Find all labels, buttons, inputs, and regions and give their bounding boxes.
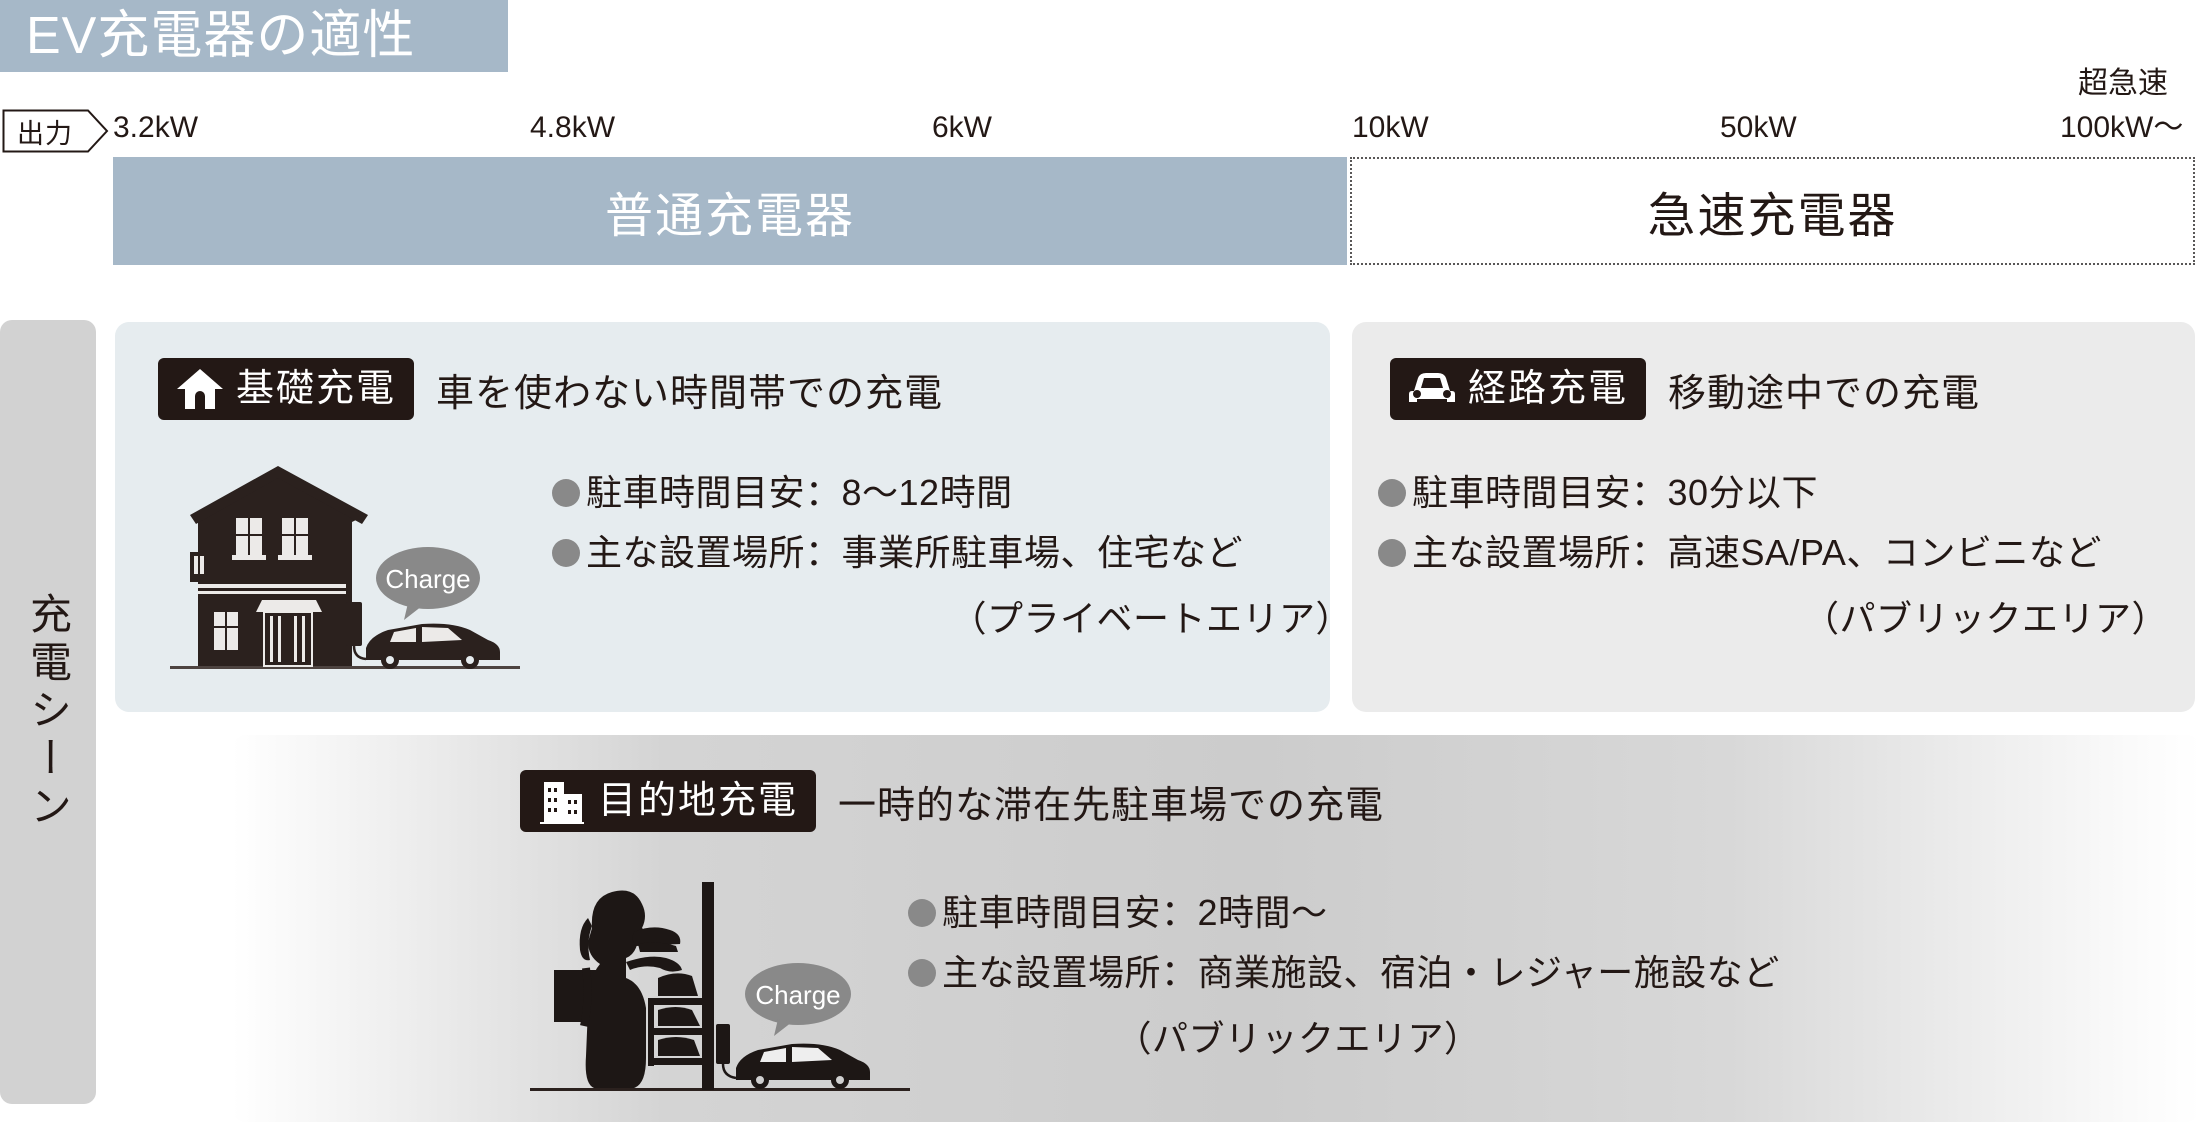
badge-basic-charging-label: 基礎充電 <box>236 368 397 410</box>
card-destination-headline: 目的地充電 一時的な滞在先駐車場での充電 <box>520 770 1384 832</box>
card-destination-subnote-wrap: （パブリックエリア） <box>908 1010 1688 1062</box>
axis-tick-3_2kw: 3.2kW <box>113 111 199 144</box>
charge-bubble-label-destination: Charge <box>755 980 840 1010</box>
bullet-dot-icon <box>1378 539 1406 568</box>
card-basic-bullets: 駐車時間目安：8〜12時間 主な設置場所：事業所駐車場、住宅など （プライベート… <box>552 470 1352 642</box>
card-route-bullets: 駐車時間目安：30分以下 主な設置場所：高速SA/PA、コンビニなど （パブリッ… <box>1378 470 2168 642</box>
bullet-text: 駐車時間目安：8〜12時間 <box>586 472 1013 513</box>
bullet-dot-icon <box>1378 479 1406 507</box>
charge-bubble-label-basic: Charge <box>385 564 470 594</box>
output-axis-tag: 出力 <box>2 109 110 153</box>
bullet-item: 主な設置場所：高速SA/PA、コンビニなど <box>1378 530 2168 576</box>
charging-scene-axis-text: 充電シーン <box>24 592 72 832</box>
infographic-root: EV充電器の適性 出力 3.2kW 4.8kW 6kW 10kW 50kW 10… <box>0 0 2201 1122</box>
bullet-item: 主な設置場所：商業施設、宿泊・レジャー施設など <box>908 950 1780 996</box>
bullet-item: 主な設置場所：事業所駐車場、住宅など <box>552 530 1352 576</box>
output-axis-tag-label: 出力 <box>17 118 73 149</box>
card-route-headline: 経路充電 移動途中での充電 <box>1390 358 1980 420</box>
output-axis: 出力 3.2kW 4.8kW 6kW 10kW 50kW 100kW〜 超急速 <box>0 67 2201 157</box>
card-destination-description: 一時的な滞在先駐車場での充電 <box>838 784 1385 827</box>
badge-route-charging-label: 経路充電 <box>1468 368 1629 410</box>
charger-type-rapid-label: 急速充電器 <box>1647 190 1898 243</box>
bullet-text: 駐車時間目安：30分以下 <box>1412 472 1819 513</box>
card-destination-subnote: （パブリックエリア） <box>1115 1018 1481 1060</box>
bullet-item: 駐車時間目安：30分以下 <box>1378 470 2168 516</box>
card-basic-subnote-wrap: （プライベートエリア） <box>552 590 1352 642</box>
bullet-item: 駐車時間目安：8〜12時間 <box>552 470 1352 516</box>
bullet-dot-icon <box>552 479 580 507</box>
page-title: EV充電器の適性 <box>26 7 416 65</box>
bullet-text: 駐車時間目安：2時間〜 <box>942 892 1328 933</box>
badge-destination-charging: 目的地充電 <box>520 770 817 832</box>
shopper-car-charging-illustration: Charge <box>530 858 930 1122</box>
card-basic-description: 車を使わない時間帯での充電 <box>436 372 944 415</box>
axis-tick-50kw: 50kW <box>1720 111 1797 144</box>
card-route-subnote: （パブリックエリア） <box>1802 598 2168 640</box>
badge-destination-charging-label: 目的地充電 <box>598 780 799 822</box>
card-basic-headline: 基礎充電 車を使わない時間帯での充電 <box>158 358 943 420</box>
badge-route-charging: 経路充電 <box>1390 358 1647 420</box>
card-route-description: 移動途中での充電 <box>1668 372 1981 415</box>
axis-super-rapid-label: 超急速 <box>2078 67 2168 100</box>
house-icon <box>172 366 228 412</box>
bullet-text: 主な設置場所：商業施設、宿泊・レジャー施設など <box>942 952 1780 994</box>
charger-type-rapid: 急速充電器 <box>1350 157 2195 265</box>
card-destination-bullets: 駐車時間目安：2時間〜 主な設置場所：商業施設、宿泊・レジャー施設など （パブリ… <box>908 890 1780 1062</box>
building-icon <box>534 778 590 824</box>
charging-scene-axis-label: 充電シーン <box>0 320 96 1104</box>
charger-type-normal-label: 普通充電器 <box>604 190 855 243</box>
axis-tick-6kw: 6kW <box>932 111 992 144</box>
bullet-dot-icon <box>552 539 580 568</box>
bullet-item: 駐車時間目安：2時間〜 <box>908 890 1780 936</box>
axis-tick-100kw: 100kW〜 <box>2060 111 2184 144</box>
car-front-icon <box>1404 366 1460 412</box>
bullet-text: 主な設置場所：高速SA/PA、コンビニなど <box>1412 532 2102 574</box>
house-car-charging-illustration: Charge <box>170 460 530 700</box>
page-title-banner: EV充電器の適性 <box>0 0 508 72</box>
bullet-text: 主な設置場所：事業所駐車場、住宅など <box>586 532 1244 574</box>
card-route-subnote-wrap: （パブリックエリア） <box>1378 590 2168 642</box>
badge-basic-charging: 基礎充電 <box>158 358 415 420</box>
charger-type-normal: 普通充電器 <box>113 157 1347 265</box>
axis-tick-4_8kw: 4.8kW <box>530 111 616 144</box>
axis-tick-10kw: 10kW <box>1352 111 1429 144</box>
card-basic-subnote: （プライベートエリア） <box>950 598 1352 640</box>
